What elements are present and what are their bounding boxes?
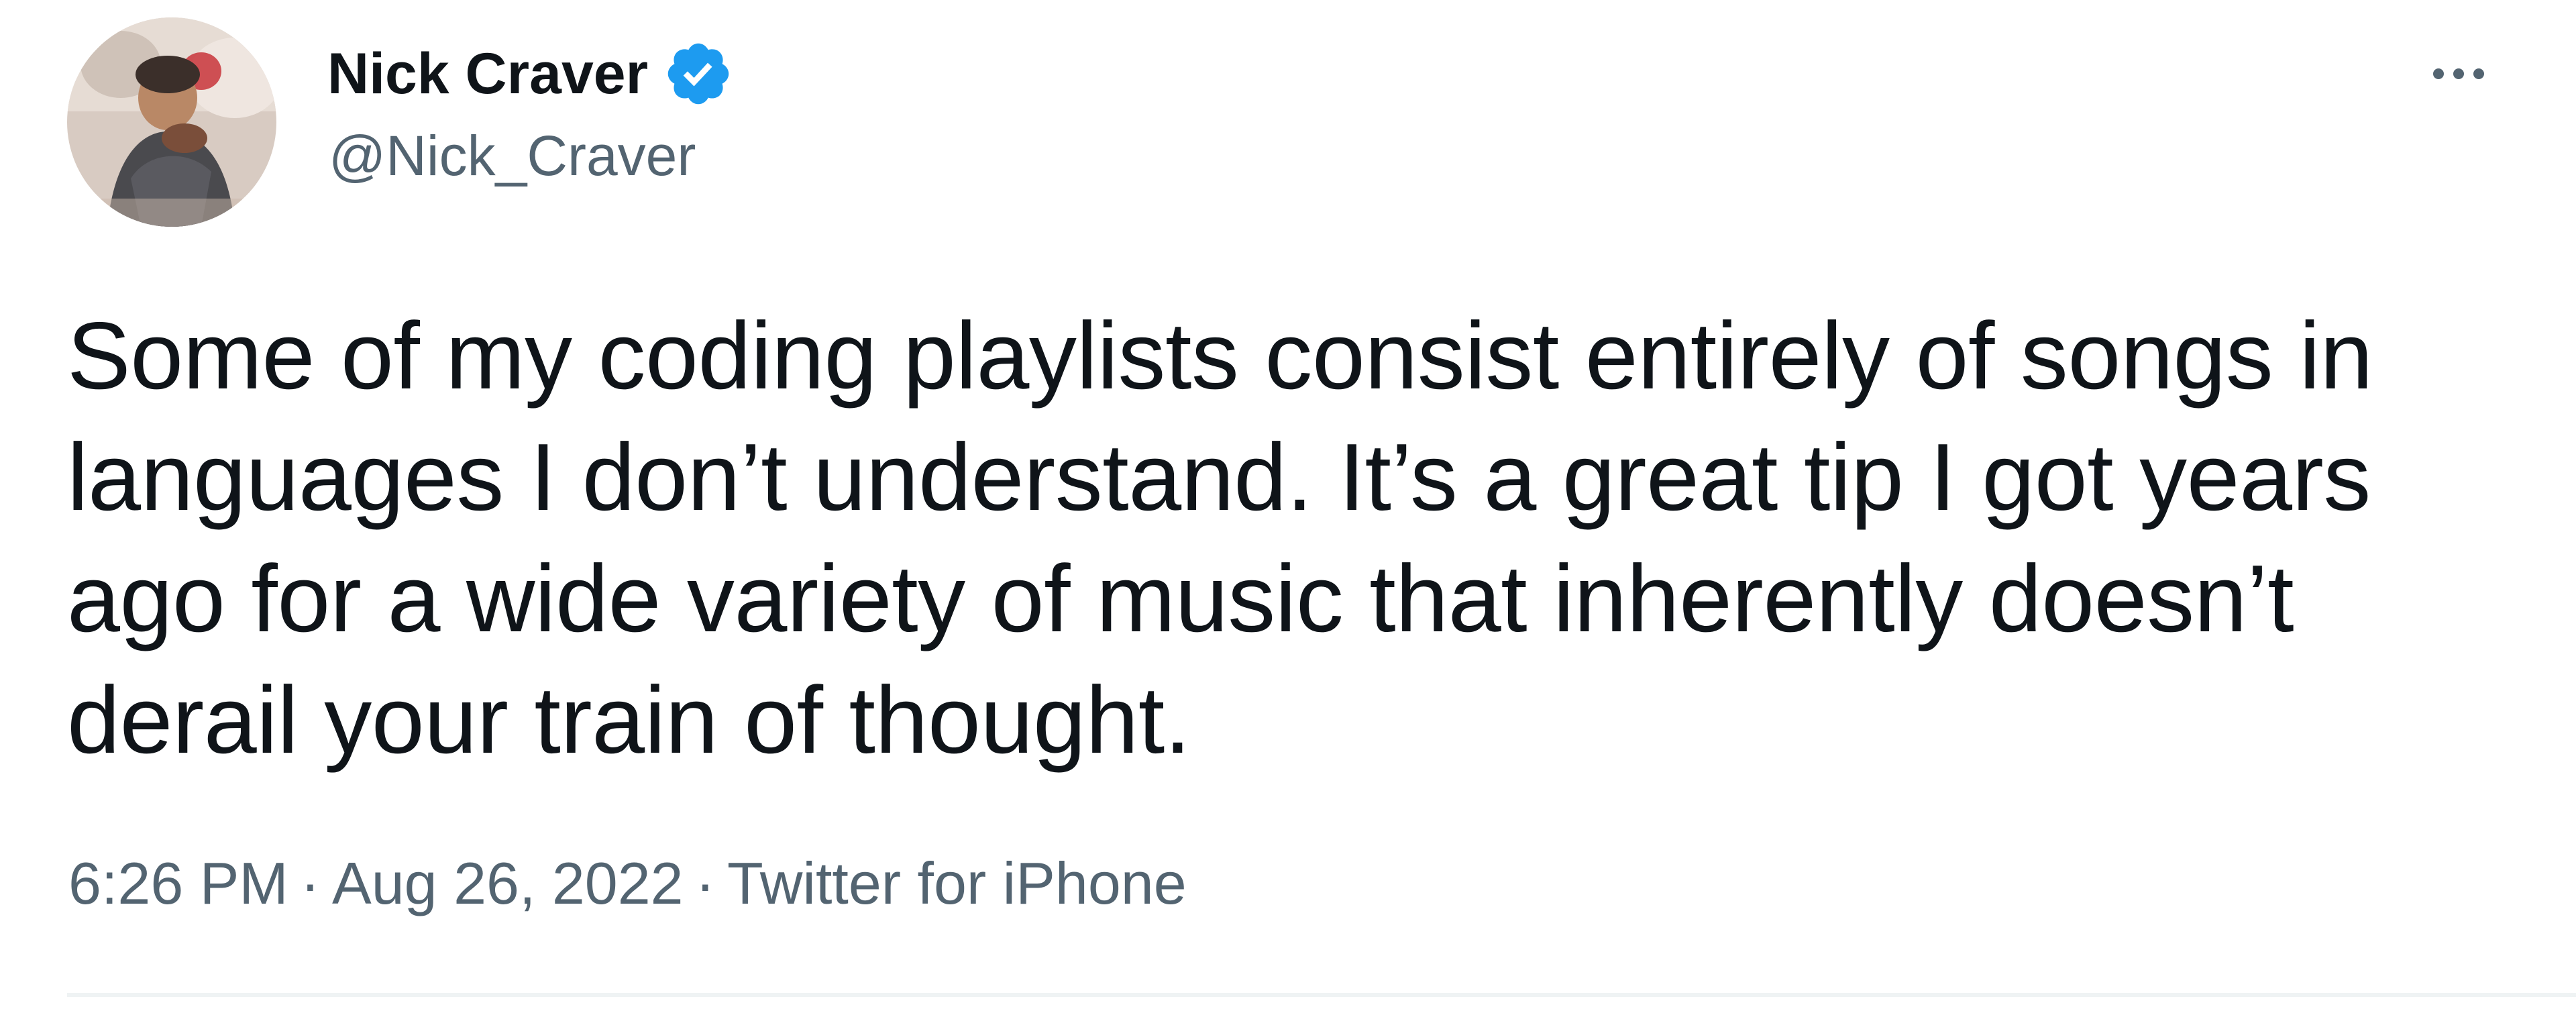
verified-badge-icon bbox=[663, 38, 734, 109]
tweet-card: Nick Craver @Nick_Craver Some of my codi… bbox=[0, 0, 2576, 1009]
separator-dot: · bbox=[300, 850, 321, 916]
more-options-icon[interactable] bbox=[2415, 40, 2502, 107]
user-handle[interactable]: @Nick_Craver bbox=[329, 122, 696, 190]
tweet-metadata: 6:26 PM · Aug 26, 2022 · Twitter for iPh… bbox=[68, 847, 1187, 920]
tweet-text: Some of my coding playlists consist enti… bbox=[67, 303, 2373, 774]
more-dot bbox=[2473, 68, 2484, 79]
tweet-date[interactable]: Aug 26, 2022 bbox=[332, 849, 684, 918]
tweet-time[interactable]: 6:26 PM bbox=[68, 849, 288, 918]
more-dot bbox=[2453, 68, 2464, 79]
more-dot bbox=[2433, 68, 2444, 79]
divider bbox=[67, 993, 2576, 997]
author-name-row: Nick Craver bbox=[327, 34, 734, 114]
separator-dot: · bbox=[695, 850, 715, 916]
tweet-source[interactable]: Twitter for iPhone bbox=[727, 849, 1187, 918]
display-name[interactable]: Nick Craver bbox=[327, 45, 648, 103]
avatar[interactable] bbox=[67, 17, 276, 227]
